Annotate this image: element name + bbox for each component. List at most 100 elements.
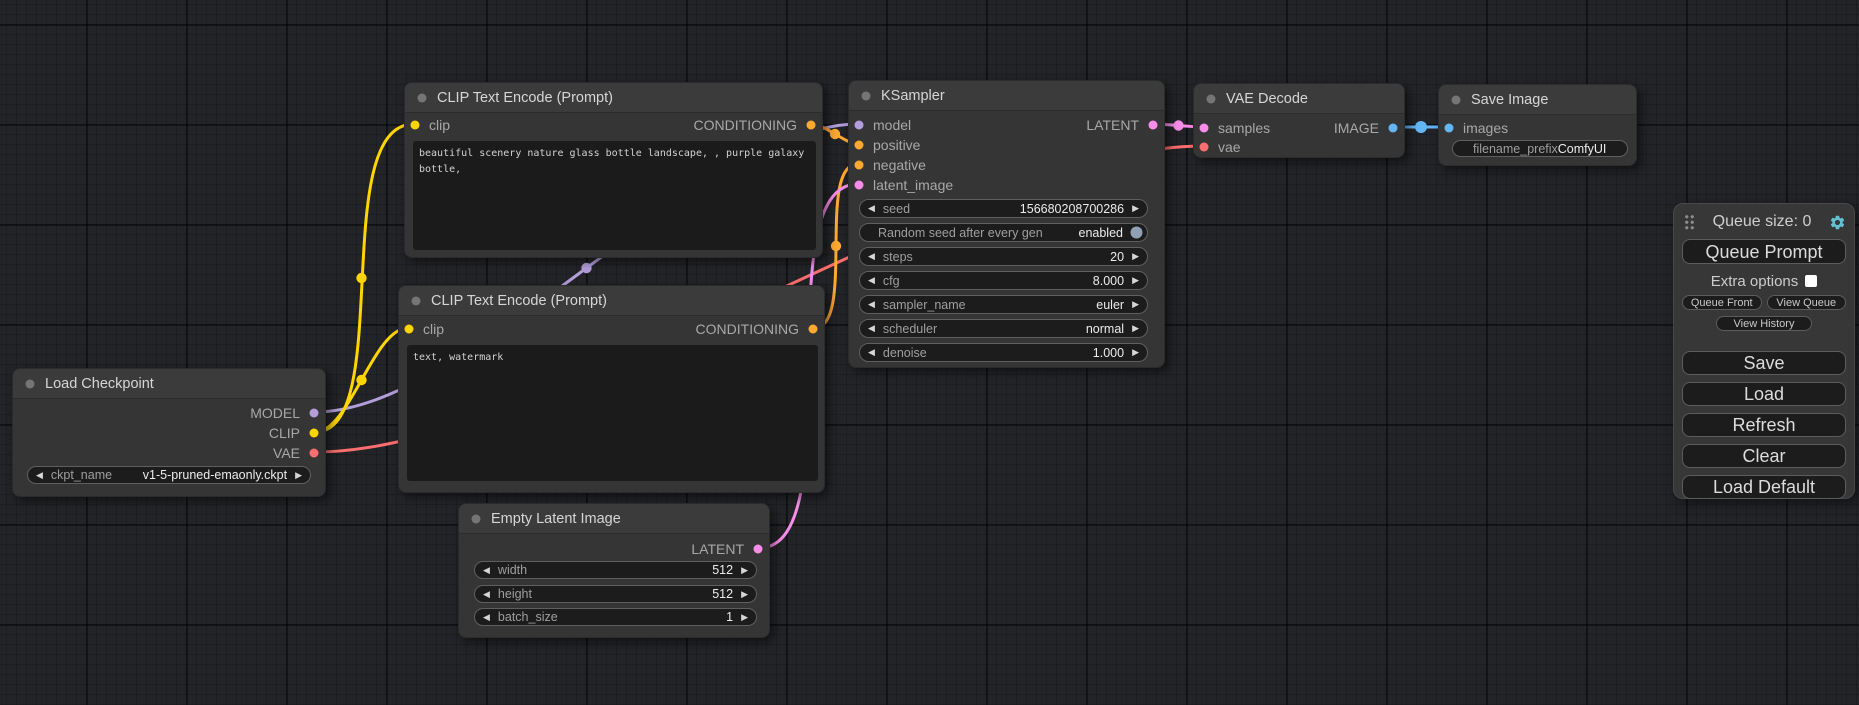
port-dot-clip[interactable] xyxy=(309,428,319,438)
clear-button[interactable]: Clear xyxy=(1682,444,1846,468)
link-midpoint-dot[interactable] xyxy=(1415,121,1427,133)
node-titlebar[interactable]: Save Image xyxy=(1439,85,1636,115)
collapse-dot-icon[interactable] xyxy=(417,93,427,103)
port-input-positive: positive xyxy=(854,135,920,155)
decrement-arrow-icon[interactable]: ◀ xyxy=(860,252,883,261)
increment-arrow-icon[interactable]: ▶ xyxy=(1124,324,1147,333)
widget-label: height xyxy=(498,587,532,601)
port-input-samples: samples xyxy=(1199,118,1270,138)
prompt-text-input[interactable]: beautiful scenery nature glass bottle la… xyxy=(413,141,816,250)
queue-front-button[interactable]: Queue Front xyxy=(1682,295,1762,310)
collapse-dot-icon[interactable] xyxy=(471,514,481,524)
port-label: VAE xyxy=(273,445,300,461)
node-titlebar[interactable]: Empty Latent Image xyxy=(459,504,769,534)
link-midpoint-dot[interactable] xyxy=(581,263,591,273)
increment-arrow-icon[interactable]: ▶ xyxy=(733,613,756,622)
decrement-arrow-icon[interactable]: ◀ xyxy=(860,204,883,213)
port-dot-latent[interactable] xyxy=(1199,123,1209,133)
node-save-image[interactable]: Save Image images filename_prefix ComfyU… xyxy=(1438,84,1637,166)
increment-arrow-icon[interactable]: ▶ xyxy=(733,590,756,599)
widget-scheduler[interactable]: ◀ scheduler normal ▶ xyxy=(859,319,1148,338)
node-titlebar[interactable]: CLIP Text Encode (Prompt) xyxy=(405,83,822,113)
refresh-button[interactable]: Refresh xyxy=(1682,413,1846,437)
node-load-checkpoint[interactable]: Load Checkpoint MODEL CLIP VAE ◀ ckpt_na… xyxy=(12,368,326,497)
decrement-arrow-icon[interactable]: ◀ xyxy=(860,348,883,357)
decrement-arrow-icon[interactable]: ◀ xyxy=(28,471,51,480)
decrement-arrow-icon[interactable]: ◀ xyxy=(475,613,498,622)
link-midpoint-dot[interactable] xyxy=(830,129,840,139)
extra-options-checkbox[interactable] xyxy=(1805,275,1817,287)
widget-random-seed-toggle[interactable]: Random seed after every gen enabled xyxy=(859,223,1148,242)
widget-ckpt-name[interactable]: ◀ ckpt_name v1-5-pruned-emaonly.ckpt ▶ xyxy=(27,466,311,484)
load-default-button[interactable]: Load Default xyxy=(1682,475,1846,499)
widget-value: ComfyUI xyxy=(1558,142,1607,156)
increment-arrow-icon[interactable]: ▶ xyxy=(1124,276,1147,285)
node-ksampler[interactable]: KSampler model positive negative latent_… xyxy=(848,80,1165,368)
settings-gear-icon[interactable] xyxy=(1829,214,1846,231)
decrement-arrow-icon[interactable]: ◀ xyxy=(860,276,883,285)
load-button[interactable]: Load xyxy=(1682,382,1846,406)
decrement-arrow-icon[interactable]: ◀ xyxy=(860,324,883,333)
view-queue-button[interactable]: View Queue xyxy=(1767,295,1847,310)
link-midpoint-dot[interactable] xyxy=(356,273,366,283)
decrement-arrow-icon[interactable]: ◀ xyxy=(860,300,883,309)
link-midpoint-dot[interactable] xyxy=(831,241,841,251)
comfyui-canvas[interactable]: { "colors": { "model": "#B39DDB", "clip"… xyxy=(0,0,1859,705)
queue-prompt-button[interactable]: Queue Prompt xyxy=(1682,239,1846,264)
drag-handle-icon[interactable] xyxy=(1684,214,1695,230)
node-empty-latent-image[interactable]: Empty Latent Image LATENT ◀ width 512 ▶ … xyxy=(458,503,770,638)
node-clip-text-encode-positive[interactable]: CLIP Text Encode (Prompt) clip CONDITION… xyxy=(404,82,823,258)
prompt-text-input[interactable]: text, watermark xyxy=(407,345,818,481)
port-dot-clip[interactable] xyxy=(404,324,414,334)
port-dot-vae[interactable] xyxy=(309,448,319,458)
collapse-dot-icon[interactable] xyxy=(1451,95,1461,105)
widget-cfg[interactable]: ◀ cfg 8.000 ▶ xyxy=(859,271,1148,290)
port-dot-clip[interactable] xyxy=(410,120,420,130)
node-titlebar[interactable]: CLIP Text Encode (Prompt) xyxy=(399,286,824,316)
link-midpoint-dot[interactable] xyxy=(1173,120,1183,130)
menu-spacer xyxy=(1682,331,1846,344)
toggle-dot-icon[interactable] xyxy=(1130,226,1143,239)
increment-arrow-icon[interactable]: ▶ xyxy=(733,566,756,575)
node-titlebar[interactable]: KSampler xyxy=(849,81,1164,111)
decrement-arrow-icon[interactable]: ◀ xyxy=(475,566,498,575)
port-dot-latent[interactable] xyxy=(753,544,763,554)
widget-width[interactable]: ◀ width 512 ▶ xyxy=(474,561,757,579)
node-titlebar[interactable]: Load Checkpoint xyxy=(13,369,325,399)
widget-height[interactable]: ◀ height 512 ▶ xyxy=(474,585,757,603)
view-history-button[interactable]: View History xyxy=(1716,316,1812,331)
port-dot-latent[interactable] xyxy=(854,180,864,190)
collapse-dot-icon[interactable] xyxy=(25,379,35,389)
collapse-dot-icon[interactable] xyxy=(861,91,871,101)
link-midpoint-dot[interactable] xyxy=(356,375,366,385)
widget-sampler-name[interactable]: ◀ sampler_name euler ▶ xyxy=(859,295,1148,314)
node-titlebar[interactable]: VAE Decode xyxy=(1194,84,1404,114)
save-button[interactable]: Save xyxy=(1682,351,1846,375)
port-dot-conditioning[interactable] xyxy=(808,324,818,334)
port-dot-latent[interactable] xyxy=(1148,120,1158,130)
increment-arrow-icon[interactable]: ▶ xyxy=(1124,204,1147,213)
decrement-arrow-icon[interactable]: ◀ xyxy=(475,590,498,599)
port-dot-conditioning[interactable] xyxy=(854,160,864,170)
port-dot-vae[interactable] xyxy=(1199,142,1209,152)
increment-arrow-icon[interactable]: ▶ xyxy=(1124,252,1147,261)
increment-arrow-icon[interactable]: ▶ xyxy=(1124,300,1147,309)
port-dot-model[interactable] xyxy=(854,120,864,130)
collapse-dot-icon[interactable] xyxy=(1206,94,1216,104)
node-clip-text-encode-negative[interactable]: CLIP Text Encode (Prompt) clip CONDITION… xyxy=(398,285,825,493)
increment-arrow-icon[interactable]: ▶ xyxy=(1124,348,1147,357)
port-dot-image[interactable] xyxy=(1444,123,1454,133)
collapse-dot-icon[interactable] xyxy=(411,296,421,306)
port-dot-model[interactable] xyxy=(309,408,319,418)
increment-arrow-icon[interactable]: ▶ xyxy=(287,471,310,480)
widget-denoise[interactable]: ◀ denoise 1.000 ▶ xyxy=(859,343,1148,362)
port-label: CLIP xyxy=(269,425,300,441)
node-vae-decode[interactable]: VAE Decode samples vae IMAGE xyxy=(1193,83,1405,158)
port-dot-conditioning[interactable] xyxy=(806,120,816,130)
port-dot-conditioning[interactable] xyxy=(854,140,864,150)
port-dot-image[interactable] xyxy=(1388,123,1398,133)
widget-batch-size[interactable]: ◀ batch_size 1 ▶ xyxy=(474,608,757,626)
widget-seed[interactable]: ◀ seed 156680208700286 ▶ xyxy=(859,199,1148,218)
widget-steps[interactable]: ◀ steps 20 ▶ xyxy=(859,247,1148,266)
widget-filename-prefix[interactable]: filename_prefix ComfyUI xyxy=(1452,140,1628,157)
